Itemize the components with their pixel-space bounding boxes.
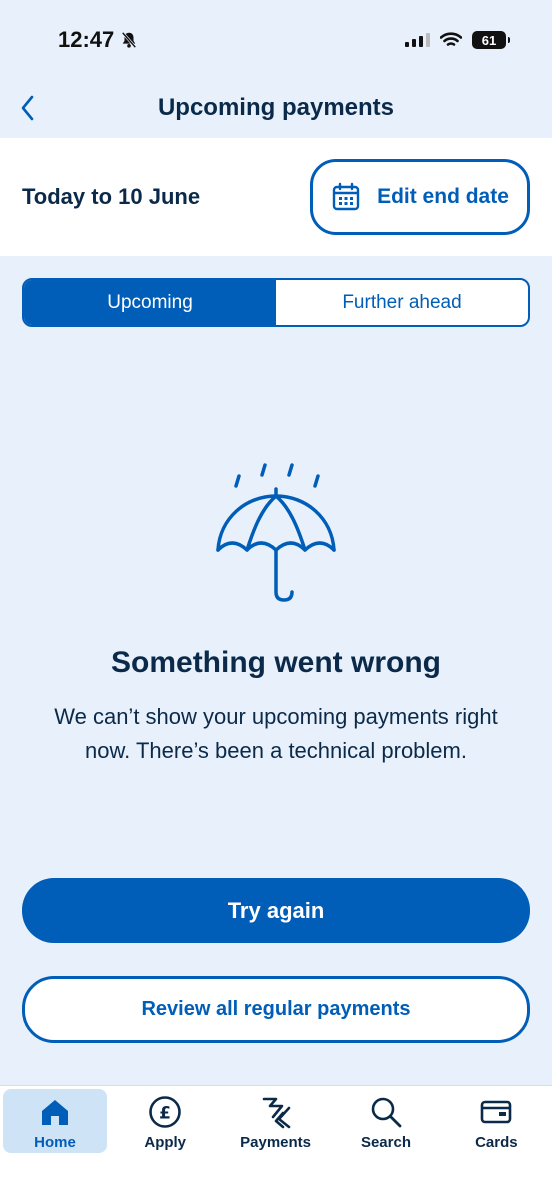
svg-text:£: £ xyxy=(159,1104,171,1124)
status-time-group: 12:47 xyxy=(58,27,138,53)
calendar-icon xyxy=(332,182,360,211)
status-bar: 12:47 61 xyxy=(0,0,552,80)
status-time: 12:47 xyxy=(58,27,115,52)
bell-muted-icon xyxy=(121,31,137,49)
bottom-nav: Home £ Apply Payments Search Cards xyxy=(0,1085,552,1200)
tab-further-ahead[interactable]: Further ahead xyxy=(276,280,528,325)
page-title: Upcoming payments xyxy=(157,94,395,121)
date-range-label: Today to 10 June xyxy=(22,184,201,209)
nav-header: Upcoming payments xyxy=(0,80,552,136)
back-button[interactable] xyxy=(10,90,46,126)
error-message: We can’t show your upcoming payments rig… xyxy=(54,704,498,763)
battery-icon: 61 xyxy=(472,31,510,49)
battery-level: 61 xyxy=(481,32,497,48)
nav-apply[interactable]: £ Apply xyxy=(110,1089,220,1153)
status-indicators: 61 xyxy=(405,31,510,49)
date-range-bar: Today to 10 June Edit end date xyxy=(0,138,552,256)
edit-end-date-button[interactable]: Edit end date xyxy=(310,159,530,235)
nav-apply-label: Apply xyxy=(144,1134,187,1151)
error-title: Something went wrong xyxy=(111,646,441,679)
cell-signal-icon xyxy=(405,33,430,47)
chevron-left-icon xyxy=(21,95,34,121)
search-icon xyxy=(371,1097,402,1128)
payments-arrows-icon xyxy=(262,1097,290,1129)
pound-icon: £ xyxy=(149,1096,181,1128)
nav-cards[interactable]: Cards xyxy=(441,1089,551,1153)
wifi-icon xyxy=(440,32,462,46)
edit-end-date-label: Edit end date xyxy=(377,185,509,208)
nav-payments[interactable]: Payments xyxy=(220,1089,330,1153)
nav-home-label: Home xyxy=(34,1134,76,1151)
nav-home[interactable]: Home xyxy=(3,1089,107,1153)
nav-search-label: Search xyxy=(360,1134,411,1151)
card-icon xyxy=(481,1100,512,1124)
umbrella-rain-icon xyxy=(216,463,336,602)
nav-search[interactable]: Search xyxy=(331,1089,441,1153)
try-again-button[interactable]: Try again xyxy=(22,878,530,943)
nav-cards-label: Cards xyxy=(475,1134,518,1151)
payments-segmented-control: Upcoming Further ahead xyxy=(22,278,530,327)
tab-upcoming[interactable]: Upcoming xyxy=(24,280,276,325)
review-regular-payments-button[interactable]: Review all regular payments xyxy=(22,976,530,1043)
nav-payments-label: Payments xyxy=(240,1134,312,1151)
home-icon xyxy=(42,1100,68,1125)
